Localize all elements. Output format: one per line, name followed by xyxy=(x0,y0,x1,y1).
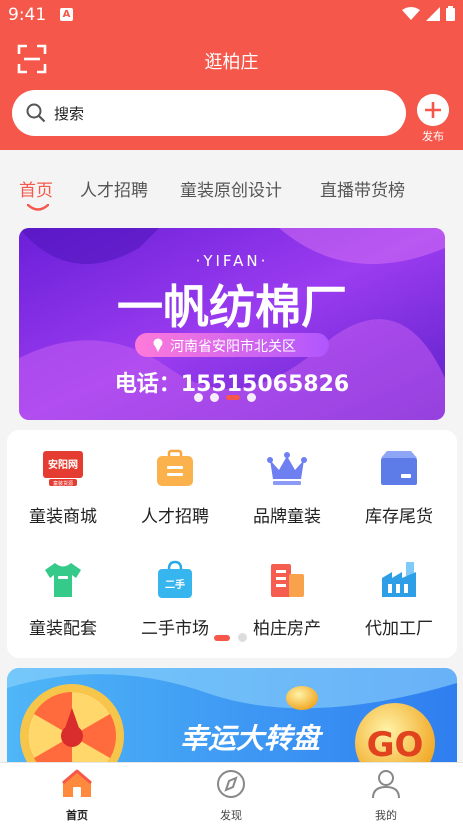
svg-text:安阳网: 安阳网 xyxy=(48,458,78,471)
building-icon xyxy=(271,564,304,597)
grid-item-kids-mall[interactable]: 安阳网 童装货源 童装商城 xyxy=(7,448,119,527)
grid-item-second-hand[interactable]: 二手 二手市场 xyxy=(119,560,231,639)
home-icon xyxy=(62,769,92,797)
publish-label: 发布 xyxy=(422,130,444,143)
pager-dot[interactable] xyxy=(210,393,219,402)
grid-item-accessories[interactable]: 童装配套 xyxy=(7,560,119,639)
app-title: 逛柏庄 xyxy=(204,52,259,73)
briefcase-icon xyxy=(157,449,193,486)
pager-dot[interactable] xyxy=(247,393,256,402)
tab-live-ranking[interactable]: 直播带货榜 xyxy=(320,176,405,201)
grid-item-oem-factory[interactable]: 代加工厂 xyxy=(343,560,455,639)
signal-icon xyxy=(426,6,440,21)
nav-discover[interactable]: 发现 xyxy=(154,763,308,824)
bottom-nav: 首页 发现 我的 xyxy=(0,762,463,824)
grid-item-brand-kids[interactable]: 品牌童装 xyxy=(231,448,343,527)
category-grid: 安阳网 童装货源 童装商城 人才招聘 品牌童装 库存尾货 童装配套 二手 二手市… xyxy=(7,430,457,658)
tab-kids-design[interactable]: 童装原创设计 xyxy=(180,176,282,201)
nav-profile[interactable]: 我的 xyxy=(309,763,463,824)
search-icon xyxy=(26,103,46,123)
nav-label: 我的 xyxy=(375,809,397,822)
grid-item-label: 人才招聘 xyxy=(141,507,209,527)
search-placeholder: 搜索 xyxy=(54,105,85,123)
svg-text:童装货源: 童装货源 xyxy=(53,480,73,487)
promo-title: 幸运大转盘 xyxy=(180,722,324,755)
shopping-bag-icon: 二手 xyxy=(158,560,192,598)
grid-item-real-estate[interactable]: 柏庄房产 xyxy=(231,560,343,639)
nav-home[interactable]: 首页 xyxy=(0,763,154,824)
promo-banner[interactable]: ·YIFAN· 一帆纺棉厂 河南省安阳市北关区 电话：15515065826 xyxy=(19,228,445,420)
status-icons xyxy=(402,6,455,21)
search-bar[interactable]: 搜索 xyxy=(12,90,406,136)
box-icon xyxy=(381,451,417,485)
nav-label: 首页 xyxy=(66,809,88,822)
banner-headline: 一帆纺棉厂 xyxy=(117,280,347,334)
battery-icon xyxy=(446,6,455,21)
grid-item-label: 库存尾货 xyxy=(365,507,433,527)
clock: 9:41 xyxy=(8,5,47,25)
banner-graphic: ·YIFAN· 一帆纺棉厂 河南省安阳市北关区 电话：15515065826 xyxy=(19,228,445,420)
svg-text:二手: 二手 xyxy=(165,578,185,591)
category-tabs: 首页 人才招聘 童装原创设计 直播带货榜 xyxy=(0,150,463,220)
notification-icon: A xyxy=(60,8,73,21)
grid-item-label: 童装配套 xyxy=(29,619,97,639)
content-area: 首页 人才招聘 童装原创设计 直播带货榜 ·YIFAN· 一帆纺棉厂 河南省安阳… xyxy=(0,150,463,762)
promo-go-button: GO xyxy=(367,725,424,762)
grid-item-label: 品牌童装 xyxy=(253,507,321,527)
pager-dot[interactable] xyxy=(194,393,203,402)
active-tab-indicator xyxy=(27,204,49,211)
publish-button[interactable] xyxy=(417,94,449,126)
nav-label: 发现 xyxy=(220,809,242,822)
banner-pager xyxy=(194,393,256,402)
tab-recruitment[interactable]: 人才招聘 xyxy=(80,176,148,201)
grid-pager-dot-active[interactable] xyxy=(214,634,230,641)
grid-item-label: 柏庄房产 xyxy=(253,619,321,639)
grid-pager xyxy=(214,633,247,642)
wifi-icon xyxy=(402,6,420,20)
grid-item-label: 代加工厂 xyxy=(365,619,433,639)
banner-address: 河南省安阳市北关区 xyxy=(170,338,296,355)
profile-icon xyxy=(372,770,400,799)
grid-item-recruitment[interactable]: 人才招聘 xyxy=(119,448,231,527)
crown-icon xyxy=(267,452,307,485)
top-bar: 逛柏庄 搜索 发布 xyxy=(0,30,463,150)
banner-brand: ·YIFAN· xyxy=(196,252,269,270)
tab-home[interactable]: 首页 xyxy=(19,176,53,201)
factory-icon xyxy=(382,562,416,597)
lucky-wheel-banner[interactable]: 幸运大转盘 GO xyxy=(7,668,457,762)
tshirt-icon xyxy=(45,563,81,597)
pager-dot-active[interactable] xyxy=(226,395,240,400)
anyang-logo-icon: 安阳网 童装货源 xyxy=(43,451,83,487)
grid-item-stock[interactable]: 库存尾货 xyxy=(343,448,455,527)
lucky-wheel-graphic: 幸运大转盘 GO xyxy=(7,668,457,762)
grid-pager-dot[interactable] xyxy=(238,633,247,642)
grid-item-label: 童装商城 xyxy=(29,507,97,527)
compass-icon xyxy=(217,770,245,798)
status-bar: 9:41 A xyxy=(0,0,463,30)
